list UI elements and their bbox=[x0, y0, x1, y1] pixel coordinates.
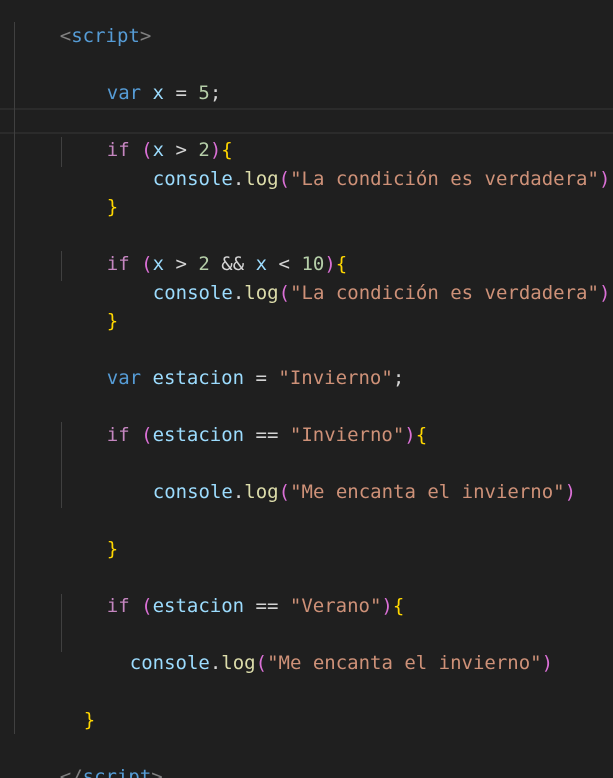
function-log: log bbox=[221, 652, 256, 674]
dot: . bbox=[209, 652, 222, 674]
code-line[interactable]: } bbox=[61, 279, 118, 332]
dot: . bbox=[232, 481, 245, 503]
dot: . bbox=[232, 168, 245, 190]
paren-open: ( bbox=[278, 481, 291, 503]
paren-open: ( bbox=[255, 652, 268, 674]
variable-name: estacion bbox=[152, 367, 245, 389]
operator: = bbox=[255, 367, 267, 389]
string-literal: "Me encanta el invierno" bbox=[290, 481, 565, 503]
number-literal: 5 bbox=[198, 82, 210, 104]
brace-close: } bbox=[106, 196, 119, 218]
operator: = bbox=[175, 82, 187, 104]
string-literal: "Invierno" bbox=[278, 367, 393, 389]
code-line[interactable]: } bbox=[61, 507, 118, 560]
semicolon: ; bbox=[209, 82, 222, 104]
paren-close: ) bbox=[381, 595, 393, 617]
paren-close: ) bbox=[541, 652, 554, 674]
code-line[interactable]: var x = 5; bbox=[61, 51, 222, 104]
function-log: log bbox=[244, 282, 279, 304]
code-line[interactable]: } bbox=[61, 165, 118, 218]
brace-open: { bbox=[392, 595, 405, 617]
code-editor[interactable]: <script> var x = 5; if (x > 2){ console.… bbox=[0, 0, 613, 778]
code-line[interactable]: console.log("La condición es verdadera")… bbox=[107, 137, 613, 190]
dot: . bbox=[232, 282, 245, 304]
keyword-if: if bbox=[106, 424, 130, 446]
paren-close: ) bbox=[598, 168, 611, 190]
brace-close: } bbox=[106, 538, 119, 560]
variable-name: estacion bbox=[152, 595, 245, 617]
paren-open: ( bbox=[278, 168, 291, 190]
variable-name: x bbox=[152, 82, 164, 104]
code-line[interactable]: console.log("Me encanta el invierno") bbox=[107, 450, 576, 503]
tag-open-bracket: < bbox=[59, 25, 72, 47]
tag-open-bracket: </ bbox=[59, 766, 83, 778]
code-line[interactable]: if (estacion == "Invierno"){ bbox=[61, 393, 427, 446]
function-log: log bbox=[244, 168, 279, 190]
string-literal: "La condición es verdadera" bbox=[290, 282, 599, 304]
object-console: console bbox=[152, 282, 233, 304]
string-literal: "Invierno" bbox=[289, 424, 405, 446]
paren-close: ) bbox=[404, 424, 416, 446]
object-console: console bbox=[152, 168, 233, 190]
brace-open: { bbox=[415, 424, 428, 446]
keyword-if: if bbox=[106, 595, 130, 617]
keyword-var: var bbox=[106, 82, 142, 104]
tag-close-bracket: > bbox=[151, 766, 163, 778]
tag-close-bracket: > bbox=[139, 25, 152, 47]
string-literal: "La condición es verdadera" bbox=[290, 168, 599, 190]
operator: == bbox=[255, 424, 279, 446]
code-line[interactable]: console.log("La condición es verdadera")… bbox=[107, 251, 613, 304]
tag-name: script bbox=[71, 25, 140, 47]
code-line-open-script-tag[interactable]: <script> bbox=[14, 0, 152, 47]
function-log: log bbox=[244, 481, 279, 503]
code-line[interactable]: if (x > 2){ bbox=[61, 108, 233, 161]
keyword-var: var bbox=[106, 367, 142, 389]
brace-close: } bbox=[83, 709, 96, 731]
code-line[interactable]: if (x > 2 && x < 10){ bbox=[61, 222, 347, 275]
paren-close: ) bbox=[564, 481, 577, 503]
paren-close: ) bbox=[598, 282, 611, 304]
tag-name: script bbox=[82, 766, 152, 778]
semicolon: ; bbox=[392, 367, 405, 389]
indent-guide-script bbox=[14, 22, 15, 734]
string-literal: "Verano" bbox=[289, 595, 382, 617]
code-line-close-script-tag[interactable]: </script> bbox=[14, 735, 163, 778]
paren-open: ( bbox=[278, 282, 291, 304]
code-line[interactable]: if (estacion == "Verano"){ bbox=[61, 564, 405, 617]
code-line[interactable]: var estacion = "Invierno"; bbox=[61, 336, 405, 389]
object-console: console bbox=[129, 652, 210, 674]
string-literal: "Me encanta el invierno" bbox=[267, 652, 542, 674]
paren-open: ( bbox=[141, 595, 153, 617]
object-console: console bbox=[152, 481, 233, 503]
paren-open: ( bbox=[141, 424, 153, 446]
variable-name: estacion bbox=[152, 424, 245, 446]
code-line[interactable]: } bbox=[38, 678, 95, 731]
code-line[interactable]: console.log("Me encanta el invierno") bbox=[84, 621, 553, 674]
brace-close: } bbox=[106, 310, 119, 332]
operator: == bbox=[255, 595, 279, 617]
